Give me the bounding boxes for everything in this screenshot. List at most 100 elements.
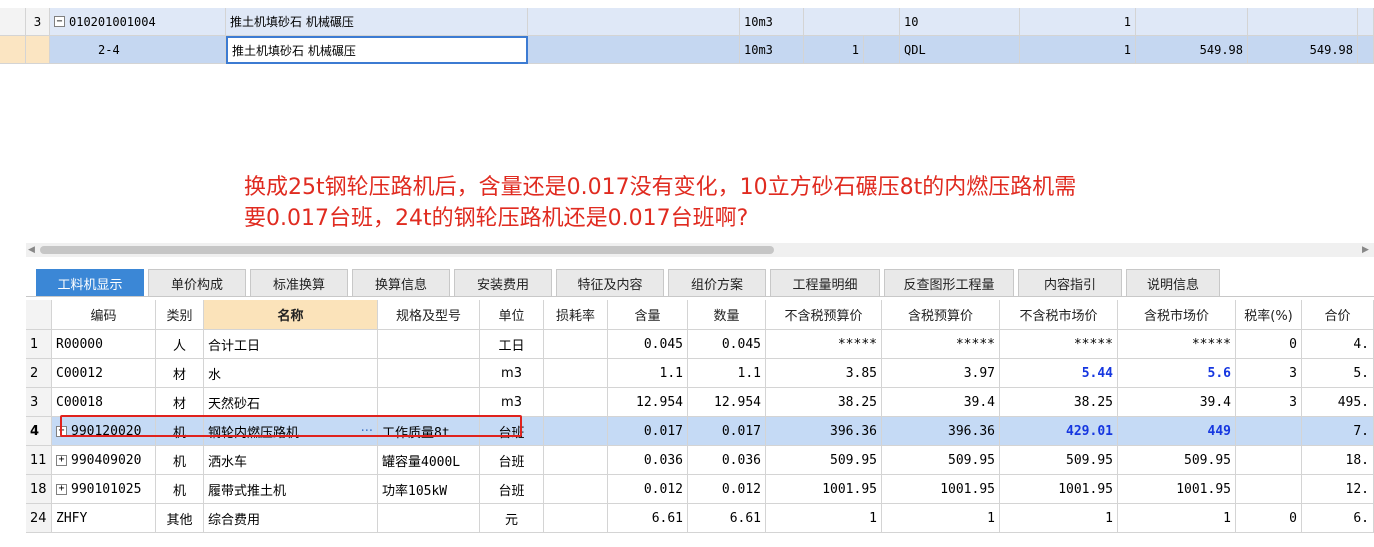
price-cell[interactable]: 549.98	[1136, 36, 1248, 64]
spec-cell[interactable]	[378, 330, 480, 359]
tax-rate-cell[interactable]: 0	[1236, 504, 1302, 533]
quantity-cell[interactable]: 12.954	[688, 388, 766, 417]
tab-description[interactable]: 说明信息	[1126, 269, 1220, 296]
pretax-budget-cell[interactable]: *****	[766, 330, 882, 359]
pretax-market-cell[interactable]: 429.01	[1000, 417, 1118, 446]
pretax-market-cell[interactable]: *****	[1000, 330, 1118, 359]
tax-rate-cell[interactable]	[1236, 446, 1302, 475]
loss-cell[interactable]	[544, 330, 608, 359]
more-icon[interactable]: ···	[361, 424, 373, 439]
qdl-cell[interactable]: QDL	[900, 36, 1020, 64]
name-cell[interactable]: 洒水车	[204, 446, 378, 475]
code-cell[interactable]: +990101025	[52, 475, 156, 504]
unit-cell[interactable]: 台班	[480, 475, 544, 504]
content-cell[interactable]: 12.954	[608, 388, 688, 417]
name-cell[interactable]: 水	[204, 359, 378, 388]
tab-install-fee[interactable]: 安装费用	[454, 269, 552, 296]
tax-budget-cell[interactable]: 396.36	[882, 417, 1000, 446]
loss-cell[interactable]	[544, 359, 608, 388]
type-cell[interactable]: 人	[156, 330, 204, 359]
header-unit[interactable]: 单位	[480, 300, 544, 330]
name-cell[interactable]: 推土机填砂石 机械碾压	[226, 8, 528, 36]
content-cell[interactable]: 6.61	[608, 504, 688, 533]
tax-budget-cell[interactable]: 3.97	[882, 359, 1000, 388]
feature-cell[interactable]	[528, 8, 740, 36]
total-cell[interactable]: 7.	[1302, 417, 1374, 446]
total-cell[interactable]: 549.98	[1248, 36, 1358, 64]
pretax-budget-cell[interactable]: 1001.95	[766, 475, 882, 504]
table-row[interactable]: 2 C00012 材 水 m3 1.1 1.1 3.85 3.97 5.44 5.6 3 5.	[26, 359, 1374, 388]
unit-cell[interactable]: 元	[480, 504, 544, 533]
name-cell[interactable]: 履带式推土机	[204, 475, 378, 504]
type-cell[interactable]: 材	[156, 388, 204, 417]
coef-cell[interactable]: 1	[1020, 36, 1136, 64]
header-total[interactable]: 合价	[1302, 300, 1374, 330]
unit-cell[interactable]: 台班	[480, 446, 544, 475]
table-row[interactable]: 18 +990101025 机 履带式推土机 功率105kW 台班 0.012 0.012 10…	[26, 475, 1374, 504]
content-cell[interactable]: 0.036	[608, 446, 688, 475]
price-cell[interactable]	[1136, 8, 1248, 36]
tax-market-cell[interactable]: 5.6	[1118, 359, 1236, 388]
pretax-market-cell[interactable]: 1	[1000, 504, 1118, 533]
type-cell[interactable]: 机	[156, 417, 204, 446]
table-row-selected[interactable]: 2-4 推土机填砂石 机械碾压 10m3 1 QDL 1 549.98 549.…	[0, 36, 1374, 64]
unit-cell[interactable]: 10m3	[740, 36, 804, 64]
code-cell[interactable]: ZHFY	[52, 504, 156, 533]
table-row[interactable]: 24 ZHFY 其他 综合费用 元 6.61 6.61 1 1 1 1 0 6.	[26, 504, 1374, 533]
horizontal-scrollbar[interactable]: ◀ ▶	[26, 243, 1374, 257]
header-pretax-budget[interactable]: 不含税预算价	[766, 300, 882, 330]
tax-market-cell[interactable]: 509.95	[1118, 446, 1236, 475]
tax-budget-cell[interactable]: *****	[882, 330, 1000, 359]
spec-cell[interactable]: 工作质量8t	[378, 417, 480, 446]
table-row[interactable]: 11 +990409020 机 洒水车 罐容量4000L 台班 0.036 0.036 509.…	[26, 446, 1374, 475]
loss-cell[interactable]	[544, 475, 608, 504]
total-cell[interactable]: 4.	[1302, 330, 1374, 359]
total-cell[interactable]: 6.	[1302, 504, 1374, 533]
pretax-budget-cell[interactable]: 1	[766, 504, 882, 533]
header-tax-market[interactable]: 含税市场价	[1118, 300, 1236, 330]
code-cell[interactable]: C00018	[52, 388, 156, 417]
spec-cell[interactable]	[378, 504, 480, 533]
type-cell[interactable]: 机	[156, 475, 204, 504]
tax-market-cell[interactable]: 1001.95	[1118, 475, 1236, 504]
pretax-market-cell[interactable]: 1001.95	[1000, 475, 1118, 504]
collapse-icon[interactable]: −	[54, 16, 65, 27]
loss-cell[interactable]	[544, 446, 608, 475]
header-tax-budget[interactable]: 含税预算价	[882, 300, 1000, 330]
code-cell[interactable]: − 010201001004	[50, 8, 226, 36]
feature-cell[interactable]	[528, 36, 740, 64]
tab-content-guide[interactable]: 内容指引	[1018, 269, 1122, 296]
content-cell[interactable]: 0.017	[608, 417, 688, 446]
qty-cell[interactable]	[804, 8, 900, 36]
tax-rate-cell[interactable]	[1236, 475, 1302, 504]
pretax-budget-cell[interactable]: 509.95	[766, 446, 882, 475]
header-tax-rate[interactable]: 税率(%)	[1236, 300, 1302, 330]
code-cell[interactable]: R00000	[52, 330, 156, 359]
tax-rate-cell[interactable]: 0	[1236, 330, 1302, 359]
loss-cell[interactable]	[544, 504, 608, 533]
quantity-cell[interactable]: 0.012	[688, 475, 766, 504]
unit-cell[interactable]: 工日	[480, 330, 544, 359]
table-row[interactable]: 1 R00000 人 合计工日 工日 0.045 0.045 ***** ***** ***** *…	[26, 330, 1374, 359]
tax-budget-cell[interactable]: 1	[882, 504, 1000, 533]
quantity-cell[interactable]: 0.045	[688, 330, 766, 359]
tab-quantity-detail[interactable]: 工程量明细	[770, 269, 880, 296]
content-cell[interactable]: 1.1	[608, 359, 688, 388]
tax-budget-cell[interactable]: 509.95	[882, 446, 1000, 475]
qty-cell[interactable]: 1	[804, 36, 864, 64]
coef-cell[interactable]: 1	[1020, 8, 1136, 36]
scroll-left-icon[interactable]: ◀	[28, 243, 38, 257]
pretax-budget-cell[interactable]: 396.36	[766, 417, 882, 446]
tax-budget-cell[interactable]: 1001.95	[882, 475, 1000, 504]
table-row-selected[interactable]: 4 +990120020 机 钢轮内燃压路机 ··· 工作质量8t 台班 0.017 0.017…	[26, 417, 1374, 446]
header-name[interactable]: 名称	[204, 300, 378, 330]
unit-cell[interactable]: m3	[480, 359, 544, 388]
quantity-cell[interactable]: 1.1	[688, 359, 766, 388]
expand-icon[interactable]: +	[56, 454, 67, 466]
total-cell[interactable]: 5.	[1302, 359, 1374, 388]
name-cell[interactable]: 综合费用	[204, 504, 378, 533]
spec-cell[interactable]: 罐容量4000L	[378, 446, 480, 475]
qdl-cell[interactable]: 10	[900, 8, 1020, 36]
type-cell[interactable]: 其他	[156, 504, 204, 533]
tab-reverse-lookup[interactable]: 反查图形工程量	[884, 269, 1014, 296]
